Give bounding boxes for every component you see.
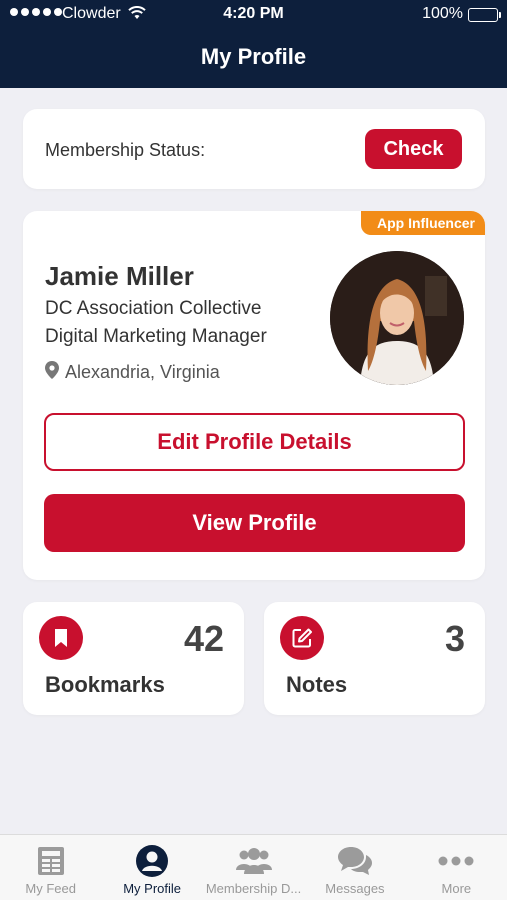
bookmark-icon xyxy=(39,616,83,660)
view-profile-button[interactable]: View Profile xyxy=(44,494,465,552)
edit-note-icon xyxy=(280,616,324,660)
membership-status-card: Membership Status: Check xyxy=(23,109,485,189)
tab-my-feed[interactable]: My Feed xyxy=(0,835,101,900)
tab-my-profile[interactable]: My Profile xyxy=(101,835,202,900)
feed-icon xyxy=(36,843,66,879)
tab-label: My Profile xyxy=(123,881,181,896)
profile-name: Jamie Miller xyxy=(45,261,194,291)
battery-icon xyxy=(468,8,501,22)
page-title: My Profile xyxy=(200,44,307,69)
more-icon xyxy=(438,843,474,879)
tab-membership-directory[interactable]: Membership D... xyxy=(203,835,304,900)
tab-bar: My Feed My Profile Membership D... Messa… xyxy=(0,834,507,900)
edit-profile-button[interactable]: Edit Profile Details xyxy=(44,413,465,471)
location-pin-icon xyxy=(45,361,59,384)
tab-messages[interactable]: Messages xyxy=(304,835,405,900)
tab-more[interactable]: More xyxy=(406,835,507,900)
battery-percentage: 100% xyxy=(422,5,463,22)
profile-job-title: Digital Marketing Manager xyxy=(45,326,267,347)
bookmarks-card[interactable]: 42 Bookmarks xyxy=(23,602,244,715)
app-header: Clowder 4:20 PM 100% My Profile xyxy=(0,0,507,88)
profile-icon xyxy=(135,843,169,879)
membership-status-label: Membership Status: xyxy=(45,140,206,160)
bookmarks-count: 42 xyxy=(183,618,224,659)
status-bar: Clowder 4:20 PM 100% xyxy=(0,0,507,30)
chat-icon xyxy=(337,843,373,879)
check-membership-button[interactable]: Check xyxy=(365,129,462,169)
profile-organization: DC Association Collective xyxy=(45,298,262,319)
profile-card: App Influencer Jamie Miller DC Associati… xyxy=(23,211,485,580)
tab-label: My Feed xyxy=(25,881,76,896)
app-influencer-badge: App Influencer xyxy=(360,211,485,235)
notes-card[interactable]: 3 Notes xyxy=(264,602,485,715)
tab-label: Messages xyxy=(325,881,385,896)
notes-label: Notes xyxy=(286,672,348,697)
notes-count: 3 xyxy=(444,618,465,659)
tab-label: Membership D... xyxy=(205,881,302,896)
group-icon xyxy=(235,843,272,879)
profile-location: Alexandria, Virginia xyxy=(45,361,220,384)
tab-label: More xyxy=(441,881,472,896)
profile-location-text: Alexandria, Virginia xyxy=(65,362,220,382)
bookmarks-label: Bookmarks xyxy=(45,672,165,697)
avatar[interactable] xyxy=(330,251,464,385)
